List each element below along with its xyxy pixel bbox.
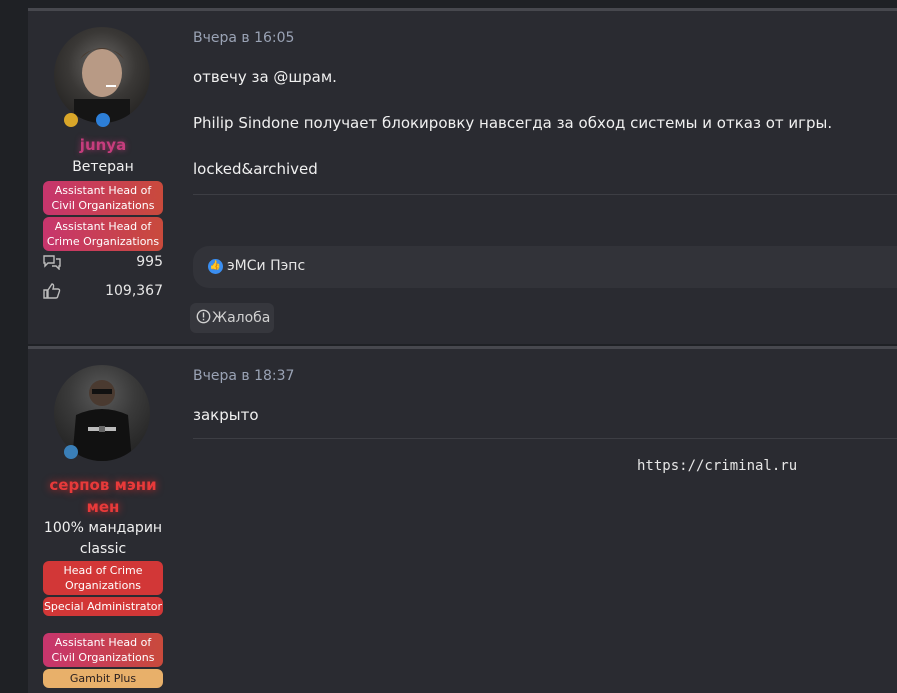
- group-badge: Assistant Head of Crime Organizations: [43, 217, 163, 251]
- reactions-bar[interactable]: 👍 эМСи Пэпс: [193, 246, 897, 288]
- message-count: 995: [43, 254, 163, 274]
- group-badge: Head of Crime Organizations: [43, 561, 163, 595]
- group-badge: Assistant Head of Civil Organizations: [43, 633, 163, 667]
- post-timestamp[interactable]: Вчера в 18:37: [193, 368, 294, 384]
- divider: [193, 438, 897, 439]
- trophy-badge-icon: [64, 113, 78, 127]
- message-count-value: 995: [136, 254, 163, 270]
- message-line: locked&archived: [193, 160, 318, 178]
- post: серпов мэни мен 100% мандарин classic He…: [28, 346, 897, 693]
- like-icon: 👍: [208, 259, 223, 274]
- username[interactable]: серпов мэни мен: [28, 474, 178, 518]
- user-title: Ветеран: [72, 159, 134, 175]
- reaction-score: 109,367: [43, 283, 163, 303]
- user-title: 100% мандарин classic: [43, 520, 163, 557]
- thumbs-up-icon: [43, 283, 61, 303]
- report-label: Жалоба: [212, 310, 271, 326]
- username[interactable]: junya: [28, 136, 178, 154]
- speech-bubbles-icon: [43, 254, 61, 274]
- message-line: закрыто: [193, 406, 259, 424]
- post: junya Ветеран Assistant Head of Civil Or…: [28, 8, 897, 344]
- post-timestamp[interactable]: Вчера в 16:05: [193, 30, 294, 46]
- reaction-score-value: 109,367: [105, 283, 163, 299]
- award-badge-icon: [64, 445, 78, 459]
- signature-link[interactable]: https://criminal.ru: [637, 458, 797, 474]
- message-line: Philip Sindone получает блокировку навсе…: [193, 114, 833, 132]
- group-badge: Gambit Plus: [43, 669, 163, 688]
- info-circle-icon: [196, 309, 211, 328]
- report-button[interactable]: Жалоба: [190, 303, 274, 333]
- avatar[interactable]: [54, 27, 150, 123]
- divider: [193, 194, 897, 195]
- reaction-users[interactable]: эМСи Пэпс: [227, 258, 305, 274]
- group-badge: Special Administrator: [43, 597, 163, 616]
- shield-badge-icon: [96, 113, 110, 127]
- message-line: отвечу за @шрам.: [193, 68, 337, 86]
- group-badge: Assistant Head of Civil Organizations: [43, 181, 163, 215]
